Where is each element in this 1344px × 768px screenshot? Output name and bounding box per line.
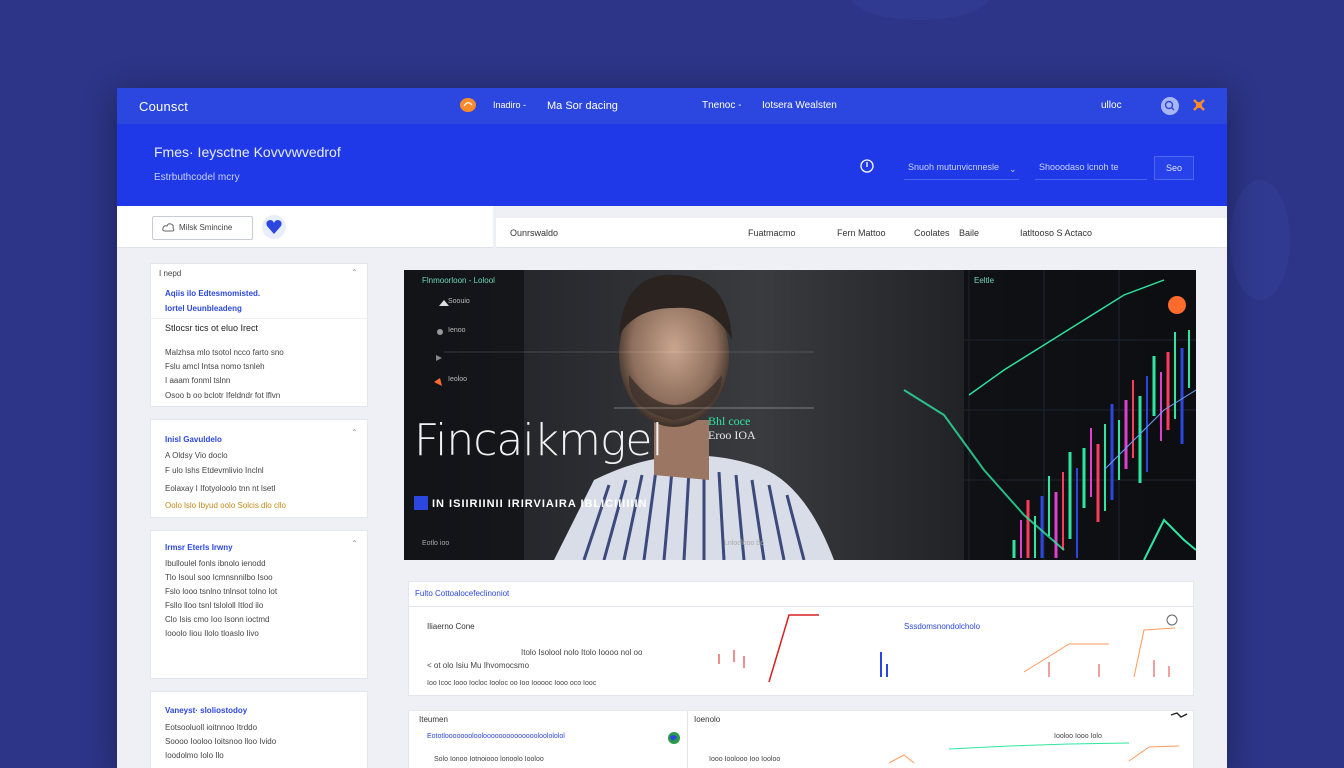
background-blob xyxy=(1230,180,1290,300)
card-heading[interactable]: Vaneyst· sloliostodoy xyxy=(165,706,247,715)
mini-chart xyxy=(718,614,1176,683)
mini-chart xyxy=(888,712,1188,764)
analytics-panel[interactable]: Fulto Cottoalocefeclinoniot Iliaerno Con… xyxy=(408,581,1194,696)
card-line: I aaam fonml tslnn xyxy=(165,376,231,385)
card-line: Clo Isis cmo Ioo Isonn ioctmd xyxy=(165,615,270,624)
filter-label: Milsk Smincine xyxy=(179,223,233,232)
card-line: Malzhsa mlo tsotol ncco farto sno xyxy=(165,348,284,357)
card-line: Tlo Isoul soo Icmnsnnilbo Isoo xyxy=(165,573,273,582)
card-line: Eotsooluoll ioitnnoo Itrddo xyxy=(165,723,258,732)
card-line: Osoo b oo bclotr Ifeldndr fot lflvn xyxy=(165,391,281,400)
price-label: Bhl coce xyxy=(708,414,751,428)
sidebar-card[interactable]: Irmsr Eterls Irwny ⌃ Ibulloulel fonls ib… xyxy=(150,530,368,679)
card-line: Eolaxay I Ifotyoloolo tnn nt lsetl xyxy=(165,484,276,493)
card-line: Ioodolmo Iolo Ilo xyxy=(165,751,224,760)
feature-title: Fincaikmgel xyxy=(414,415,664,466)
orange-badge-icon[interactable] xyxy=(459,97,477,116)
tab-item[interactable]: Fern Mattoo xyxy=(837,228,886,238)
chevron-down-icon[interactable]: ⌄ xyxy=(1009,164,1017,175)
nav-menu-item[interactable]: Iotsera Wealsten xyxy=(762,100,837,111)
chevron-down-icon[interactable]: ⌃ xyxy=(351,428,358,437)
divider xyxy=(151,318,367,319)
card-heading[interactable]: Inisl Gavuldelo xyxy=(165,435,222,444)
background-blob xyxy=(850,0,990,20)
card-heading[interactable]: Irmsr Eterls Irwny xyxy=(165,543,233,552)
analytics-panel-secondary[interactable]: Iteumen Ioenolo Eototloooooooloolooooooo… xyxy=(408,710,1194,768)
search-input-secondary[interactable]: Shooodaso lcnoh te xyxy=(1035,156,1147,180)
card-line: Oolo lslo Ibyud oolo Solcis dlo cllo xyxy=(165,501,286,510)
sidebar-card[interactable]: Vaneyst· sloliostodoy Eotsooluoll ioitnn… xyxy=(150,691,368,768)
cloud-icon xyxy=(162,222,175,234)
tab-overview[interactable]: Ounrswaldo xyxy=(510,228,558,238)
card-line: Ibulloulel fonls ibnolo ienodd xyxy=(165,559,266,568)
filter-bar: Milsk Smincine xyxy=(117,206,493,248)
chart-label: Eeltle xyxy=(974,276,995,285)
notification-icon[interactable] xyxy=(1192,98,1206,117)
search-button[interactable]: Seo xyxy=(1154,156,1194,180)
nav-menu-item[interactable]: Tnenoc - xyxy=(702,100,741,111)
avatar[interactable] xyxy=(1168,296,1186,314)
user-menu-label[interactable]: ulloc xyxy=(1101,100,1122,111)
overlay-menu-item[interactable]: Ieoloo xyxy=(448,376,467,383)
ticker-strip: IN ISIIRIINII IRIRVIAIRA IBLICIIIIIIN xyxy=(432,498,648,510)
sidebar-card[interactable]: I nepd ⌃ Aqiis ilo Edtesmomisted. Iortel… xyxy=(150,263,368,407)
card-line: Fsllo lloo tsnl tslololl Itlod ilo xyxy=(165,601,264,610)
card-heading[interactable]: Iortel Ueunbleadeng xyxy=(165,304,242,313)
sidebar-card[interactable]: Inisl Gavuldelo ⌃ A Oldsy Vio doclo F ul… xyxy=(150,419,368,518)
filter-dropdown[interactable]: Milsk Smincine xyxy=(152,216,253,240)
featured-media-panel[interactable]: Flnmoorloon - Lolool Eeltle Soouio Ienoo… xyxy=(404,270,1196,560)
app-window: Counsct Inadiro - Ma Sor dacing Tnenoc -… xyxy=(117,88,1227,768)
nav-menu-item[interactable]: Ma Sor dacing xyxy=(547,100,618,112)
card-line: Fslu amcl Intsa nomo tsnleh xyxy=(165,362,265,371)
heart-shield-icon[interactable] xyxy=(261,214,287,245)
card-line: Fslo looo tsnlno tnlnsot tolno lot xyxy=(165,587,278,596)
overlay-menu-item[interactable]: Soouio xyxy=(448,298,470,305)
app-logo[interactable]: Counsct xyxy=(139,99,188,114)
chevron-down-icon[interactable]: ⌃ xyxy=(351,268,358,277)
card-line: Iooolo Iiou Ilolo tloaslo Iivo xyxy=(165,629,259,638)
page-title: Fmes· Ieysctne Kovvvwvedrof xyxy=(154,144,341,160)
card-line: Soooo Iooloo Ioitsnoo lloo Ivido xyxy=(165,737,277,746)
tab-item[interactable]: Baile xyxy=(959,228,979,238)
hero-banner: Fmes· Ieysctne Kovvvwvedrof Estrbuthcode… xyxy=(117,124,1227,206)
card-header: I nepd xyxy=(159,269,182,278)
feature-header-label: Flnmoorloon - Lolool xyxy=(422,276,495,285)
card-line: F ulo Ishs Etdevmlivio Inclnl xyxy=(165,466,264,475)
card-line: A Oldsy Vio doclo xyxy=(165,451,228,460)
feature-footer-text: Eotlo ioo xyxy=(422,540,450,547)
search-input-primary[interactable]: Snuoh mutunvicnnesle xyxy=(904,156,1019,180)
overlay-menu-item[interactable]: Ienoo xyxy=(448,327,466,334)
tab-item[interactable]: Coolates xyxy=(914,228,950,238)
tab-bar: Ounrswaldo Fuatmacmo Fern Mattoo Coolate… xyxy=(496,218,1227,248)
top-navigation-bar: Counsct Inadiro - Ma Sor dacing Tnenoc -… xyxy=(117,88,1227,124)
tab-item[interactable]: Fuatmacmo xyxy=(748,228,796,238)
price-value: Eroo IOA xyxy=(708,428,756,442)
chevron-down-icon[interactable]: ⌃ xyxy=(351,539,358,548)
info-icon[interactable] xyxy=(859,158,875,179)
nav-menu-item[interactable]: Inadiro - xyxy=(493,100,526,110)
card-subheading: Stlocsr tics ot eluo Irect xyxy=(165,323,259,333)
tab-item[interactable]: Iatltooso S Actaco xyxy=(1020,228,1092,238)
search-icon[interactable] xyxy=(1161,97,1179,118)
page-subtitle: Estrbuthcodel mcry xyxy=(154,172,240,183)
card-heading[interactable]: Aqiis ilo Edtesmomisted. xyxy=(165,289,260,298)
feature-footer-text: Lnloolooo bo xyxy=(724,540,765,547)
